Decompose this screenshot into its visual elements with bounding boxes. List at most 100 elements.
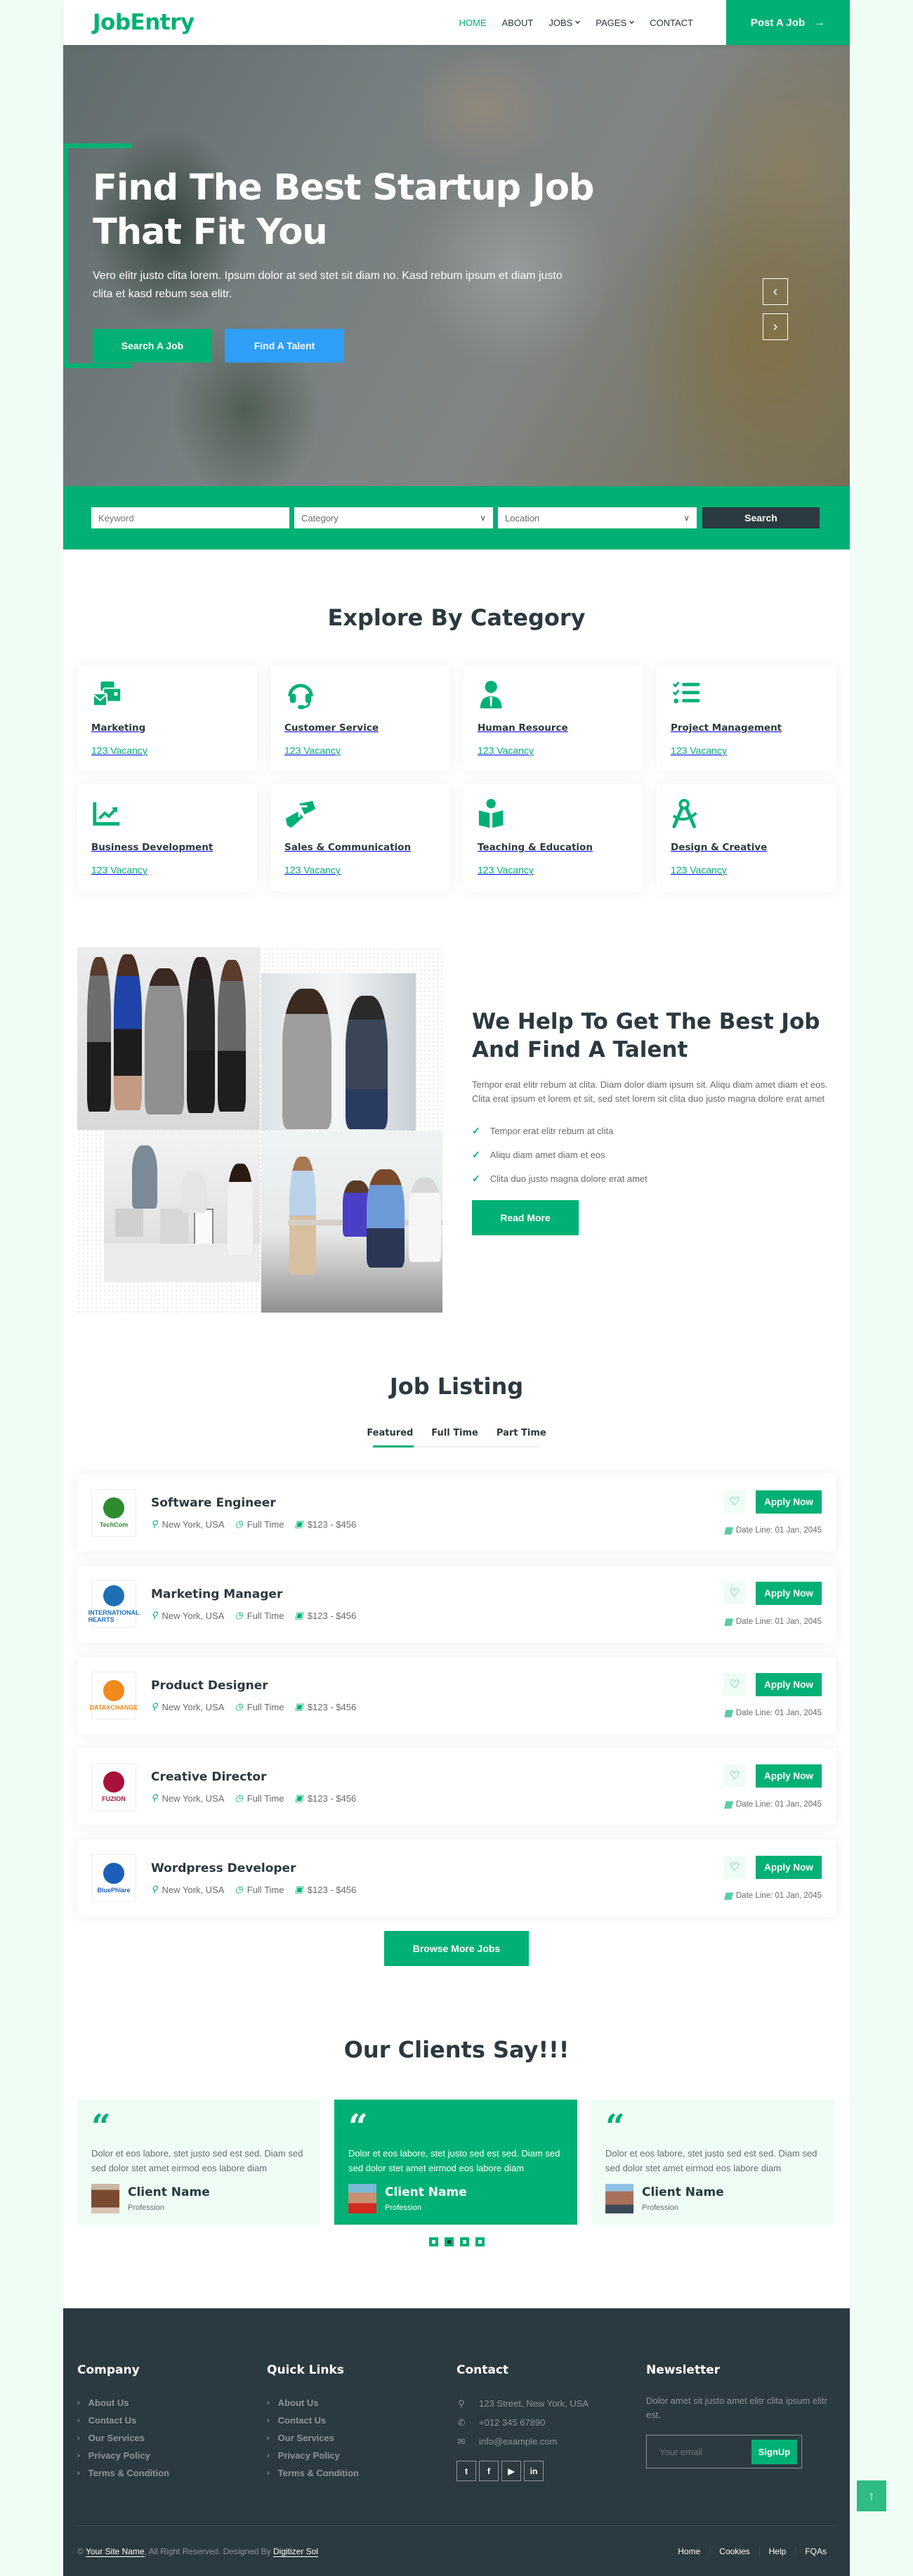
job-info: Marketing Manager ⚲ New York, USA ◷ Full T… bbox=[151, 1587, 356, 1621]
job-info: Product Designer ⚲ New York, USA ◷ Full Ti… bbox=[151, 1679, 356, 1712]
tab-featured[interactable]: Featured bbox=[367, 1428, 413, 1448]
nav-item-jobs[interactable]: JOBS bbox=[541, 18, 588, 28]
tab-underline bbox=[373, 1445, 540, 1448]
footer-menu-home[interactable]: Home bbox=[669, 2546, 709, 2556]
category-card[interactable]: Marketing 123 Vacancy bbox=[77, 665, 257, 772]
job-row: DATAXCHANGE Product Designer ⚲ New York, … bbox=[77, 1657, 836, 1734]
category-card[interactable]: Project Management 123 Vacancy bbox=[657, 665, 836, 772]
category-name: Customer Service bbox=[284, 722, 379, 734]
presentation-photo bbox=[261, 1131, 442, 1313]
job-salary-text: $123 - $456 bbox=[307, 1793, 357, 1804]
category-card[interactable]: Human Resource 123 Vacancy bbox=[464, 665, 643, 772]
category-card[interactable]: Design & Creative 123 Vacancy bbox=[657, 784, 836, 891]
footer-link-contact[interactable]: › Contact Us bbox=[267, 2412, 456, 2429]
company-name: BluePhlare bbox=[97, 1887, 131, 1894]
category-vacancy: 123 Vacancy bbox=[284, 864, 341, 876]
location-select[interactable]: Location ∨ bbox=[498, 507, 697, 528]
nav-item-home[interactable]: HOME bbox=[452, 18, 494, 28]
category-vacancy: 123 Vacancy bbox=[478, 864, 534, 876]
footer-columns: Company › About Us › Contact Us › Our Servi… bbox=[77, 2363, 836, 2482]
job-title[interactable]: Software Engineer bbox=[151, 1496, 356, 1510]
apply-now-button[interactable]: Apply Now bbox=[756, 1855, 822, 1879]
apply-now-button[interactable]: Apply Now bbox=[756, 1672, 822, 1696]
footer-link-about[interactable]: › About Us bbox=[77, 2394, 267, 2412]
map-marker-icon: ⚲ bbox=[151, 1793, 158, 1803]
back-to-top-button[interactable]: ↑ bbox=[857, 2480, 886, 2511]
category-card[interactable]: Business Development 123 Vacancy bbox=[77, 784, 257, 891]
page: JobEntry HOME ABOUT JOBS PAGES CONTACT P… bbox=[63, 0, 850, 2576]
job-title[interactable]: Wordpress Developer bbox=[151, 1861, 356, 1875]
nav-item-pages[interactable]: PAGES bbox=[588, 18, 642, 28]
favorite-heart-icon[interactable]: ♡ bbox=[723, 1764, 746, 1787]
favorite-heart-icon[interactable]: ♡ bbox=[723, 1856, 746, 1878]
chevron-right-icon: › bbox=[77, 2416, 80, 2425]
category-select[interactable]: Category ∨ bbox=[294, 507, 493, 528]
category-card[interactable]: Customer Service 123 Vacancy bbox=[270, 665, 450, 772]
category-card[interactable]: Teaching & Education 123 Vacancy bbox=[464, 784, 643, 891]
post-job-button[interactable]: Post A Job → bbox=[726, 0, 850, 45]
job-deadline: ▦ Date Line: 01 Jan, 2045 bbox=[724, 1616, 822, 1627]
tab-part-time[interactable]: Part Time bbox=[497, 1428, 546, 1448]
client-name: Client Name bbox=[128, 2185, 210, 2199]
twitter-icon[interactable]: t bbox=[456, 2461, 476, 2481]
apply-now-button[interactable]: Apply Now bbox=[756, 1581, 822, 1605]
find-a-talent-button[interactable]: Find A Talent bbox=[225, 329, 344, 363]
youtube-icon[interactable]: ▶ bbox=[501, 2461, 521, 2481]
footer-menu-help[interactable]: Help bbox=[758, 2546, 796, 2556]
read-more-button[interactable]: Read More bbox=[472, 1200, 579, 1235]
footer-link-privacy[interactable]: › Privacy Policy bbox=[77, 2447, 267, 2464]
footer-link-contact[interactable]: › Contact Us bbox=[77, 2412, 267, 2429]
carousel-dot[interactable] bbox=[475, 2237, 485, 2246]
category-name: Project Management bbox=[671, 722, 782, 734]
job-title[interactable]: Marketing Manager bbox=[151, 1587, 356, 1601]
meeting-photo bbox=[261, 973, 416, 1131]
nav-item-about[interactable]: ABOUT bbox=[494, 18, 541, 28]
favorite-heart-icon[interactable]: ♡ bbox=[723, 1673, 746, 1696]
job-title[interactable]: Creative Director bbox=[151, 1770, 356, 1784]
calendar-icon: ▦ bbox=[723, 1889, 733, 1901]
category-card[interactable]: Sales & Communication 123 Vacancy bbox=[270, 784, 450, 891]
job-salary-text: $123 - $456 bbox=[307, 1518, 357, 1530]
facebook-icon[interactable]: f bbox=[479, 2461, 499, 2481]
signup-button[interactable]: SignUp bbox=[751, 2439, 797, 2464]
search-button[interactable]: Search bbox=[702, 507, 820, 528]
tab-full-time[interactable]: Full Time bbox=[431, 1428, 478, 1448]
keyword-input[interactable] bbox=[91, 507, 289, 528]
carousel-prev-button[interactable]: ‹ bbox=[763, 278, 788, 305]
apply-now-button[interactable]: Apply Now bbox=[756, 1490, 822, 1514]
job-deadline-text: Date Line: 01 Jan, 2045 bbox=[735, 1800, 822, 1809]
footer-menu-cookies[interactable]: Cookies bbox=[709, 2546, 758, 2556]
footer-link-privacy[interactable]: › Privacy Policy bbox=[267, 2447, 456, 2464]
browse-more-jobs-button[interactable]: Browse More Jobs bbox=[384, 1931, 529, 1966]
footer-link-terms[interactable]: › Terms & Condition bbox=[77, 2464, 267, 2482]
footer-newsletter: Newsletter Dolor amet sit justo amet eli… bbox=[646, 2363, 836, 2482]
apply-now-button[interactable]: Apply Now bbox=[756, 1764, 822, 1788]
client-profession: Profession bbox=[385, 2204, 421, 2212]
footer-menu-faqs[interactable]: FQAs bbox=[795, 2546, 836, 2556]
footer-link-label: Privacy Policy bbox=[88, 2450, 150, 2461]
site-name-link[interactable]: Your Site Name bbox=[85, 2546, 145, 2557]
mail-bulk-icon bbox=[92, 681, 122, 707]
favorite-heart-icon[interactable]: ♡ bbox=[723, 1490, 746, 1513]
company-logo-mark bbox=[103, 1771, 124, 1793]
favorite-heart-icon[interactable]: ♡ bbox=[723, 1582, 746, 1604]
carousel-dot[interactable] bbox=[459, 2237, 469, 2246]
footer-link-services[interactable]: › Our Services bbox=[267, 2429, 456, 2447]
job-title[interactable]: Product Designer bbox=[151, 1679, 356, 1693]
job-location-text: New York, USA bbox=[162, 1884, 225, 1895]
linkedin-icon[interactable]: in bbox=[524, 2461, 544, 2481]
footer-link-terms[interactable]: › Terms & Condition bbox=[267, 2464, 456, 2482]
nav-item-contact[interactable]: CONTACT bbox=[642, 18, 701, 28]
carousel-dot-active[interactable] bbox=[444, 2237, 454, 2246]
carousel-dot[interactable] bbox=[428, 2237, 438, 2246]
footer-link-about[interactable]: › About Us bbox=[267, 2394, 456, 2412]
newsletter-email-input[interactable] bbox=[659, 2446, 744, 2457]
designer-link[interactable]: Digitizer Sol bbox=[273, 2546, 319, 2557]
footer-link-label: Our Services bbox=[277, 2433, 334, 2443]
brand-logo[interactable]: JobEntry bbox=[93, 10, 195, 35]
footer-link-services[interactable]: › Our Services bbox=[77, 2429, 267, 2447]
tasks-icon bbox=[672, 681, 700, 703]
carousel-next-button[interactable]: › bbox=[763, 313, 788, 340]
category-name: Marketing bbox=[91, 722, 146, 734]
search-a-job-button[interactable]: Search A Job bbox=[93, 329, 212, 363]
